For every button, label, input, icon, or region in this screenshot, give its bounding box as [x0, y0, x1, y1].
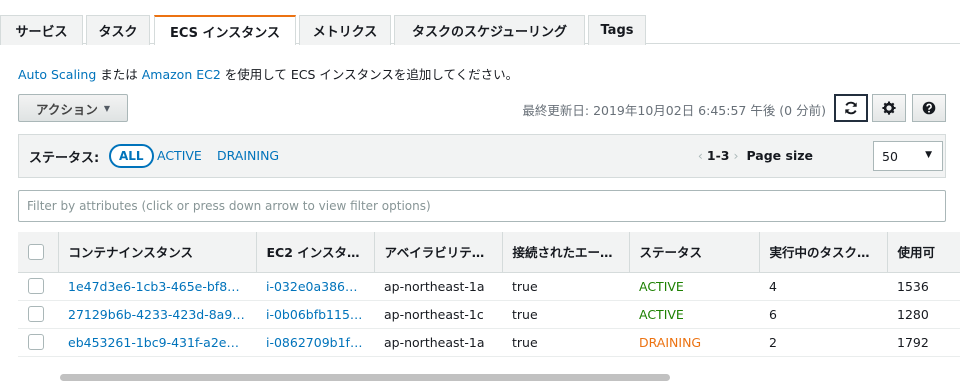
pagination: ‹ 1-3 › Page size	[694, 148, 813, 163]
status-cell: ACTIVE	[629, 300, 759, 329]
ec2-instance-link[interactable]: i-032e0a386cd…	[256, 272, 374, 301]
actions-button[interactable]: アクション ▼	[18, 94, 128, 122]
status-filter-active[interactable]: ACTIVE	[157, 148, 202, 163]
help-icon	[922, 101, 936, 115]
row-select-cell	[18, 328, 58, 357]
running-tasks-cell: 2	[759, 328, 887, 357]
tab-services[interactable]: サービス	[0, 15, 83, 45]
row-checkbox[interactable]	[28, 306, 44, 323]
angle-right-icon[interactable]: ›	[733, 148, 738, 163]
select-all-cell	[18, 232, 59, 273]
status-filter-all[interactable]: ALL	[109, 144, 154, 168]
column-header-container-instance[interactable]: コンテナインスタンス	[58, 232, 257, 273]
status-filter-draining[interactable]: DRAINING	[217, 148, 279, 163]
tab-task-scheduling[interactable]: タスクのスケジューリング	[394, 15, 585, 45]
help-button[interactable]	[912, 94, 946, 122]
row-checkbox[interactable]	[28, 278, 44, 295]
available-cell: 1792	[887, 328, 960, 357]
chevron-down-icon: ▼	[925, 150, 932, 160]
angle-left-icon[interactable]: ‹	[698, 148, 703, 163]
table-header-row: コンテナインスタンス EC2 インスタ… アベイラビリテ… 接続されたエー… ス…	[18, 232, 960, 273]
column-header-status[interactable]: ステータス	[629, 232, 760, 273]
chevron-down-icon: ▼	[103, 103, 111, 113]
page-size-select[interactable]: 50 ▼	[873, 141, 943, 171]
container-instance-link[interactable]: 27129b6b-4233-423d-8a9…	[58, 300, 256, 329]
refresh-button[interactable]	[834, 94, 868, 122]
tab-ecs-instances[interactable]: ECS インスタンス	[154, 15, 296, 45]
amazon-ec2-link[interactable]: Amazon EC2	[142, 67, 221, 82]
column-header-availability-zone[interactable]: アベイラビリテ…	[374, 232, 503, 273]
last-updated-text: 最終更新日: 2019年10月02日 6:45:57 午後 (0 分前)	[522, 103, 826, 118]
refresh-icon	[845, 101, 857, 115]
container-instance-link[interactable]: eb453261-1bc9-431f-a2eb…	[58, 328, 256, 357]
instances-table: コンテナインスタンス EC2 インスタ… アベイラビリテ… 接続されたエー… ス…	[18, 232, 960, 372]
actions-label: アクション	[35, 101, 98, 117]
column-header-ec2-instance[interactable]: EC2 インスタ…	[256, 232, 375, 273]
filter-input[interactable]	[18, 190, 946, 222]
auto-scaling-link[interactable]: Auto Scaling	[18, 67, 96, 82]
tab-bar: サービス タスク ECS インスタンス メトリクス タスクのスケジューリング T…	[0, 0, 960, 45]
available-cell: 1280	[887, 300, 960, 329]
running-tasks-cell: 6	[759, 300, 887, 329]
container-instance-link[interactable]: 1e47d3e6-1cb3-465e-bf87…	[58, 272, 256, 301]
select-all-checkbox[interactable]	[28, 244, 44, 260]
agent-connected-cell: true	[502, 272, 629, 301]
page-size-value: 50	[882, 148, 898, 164]
row-select-cell	[18, 300, 58, 329]
availability-zone-cell: ap-northeast-1c	[374, 300, 502, 329]
ec2-instance-link[interactable]: i-0862709b1fdc…	[256, 328, 374, 357]
status-filter-bar: ステータス: ALL ACTIVE DRAINING ‹ 1-3 › Page si…	[18, 134, 946, 178]
info-text-1: または	[96, 67, 142, 82]
table-row: 1e47d3e6-1cb3-465e-bf87… i-032e0a386cd… …	[18, 272, 960, 301]
info-text-2: を使用して ECS インスタンスを追加してください。	[220, 67, 519, 82]
availability-zone-cell: ap-northeast-1a	[374, 272, 502, 301]
availability-zone-cell: ap-northeast-1a	[374, 328, 502, 357]
page-size-label: Page size	[746, 148, 813, 163]
settings-button[interactable]	[872, 94, 906, 122]
tab-tags[interactable]: Tags	[588, 15, 646, 45]
column-header-available[interactable]: 使用可	[887, 232, 960, 273]
info-text: Auto Scaling または Amazon EC2 を使用して ECS イン…	[18, 64, 518, 83]
tab-metrics[interactable]: メトリクス	[299, 15, 391, 45]
horizontal-scrollbar-thumb[interactable]	[60, 374, 670, 381]
status-label: ステータス:	[29, 151, 100, 166]
tab-tasks[interactable]: タスク	[86, 15, 150, 45]
gear-icon	[882, 101, 896, 115]
agent-connected-cell: true	[502, 328, 629, 357]
row-checkbox[interactable]	[28, 334, 44, 351]
ec2-instance-link[interactable]: i-0b06bfb115a7…	[256, 300, 374, 329]
row-select-cell	[18, 272, 58, 301]
table-row: 27129b6b-4233-423d-8a9… i-0b06bfb115a7… …	[18, 300, 960, 329]
column-header-running-tasks[interactable]: 実行中のタスク…	[759, 232, 888, 273]
status-cell: DRAINING	[629, 328, 759, 357]
status-cell: ACTIVE	[629, 272, 759, 301]
available-cell: 1536	[887, 272, 960, 301]
agent-connected-cell: true	[502, 300, 629, 329]
running-tasks-cell: 4	[759, 272, 887, 301]
column-header-agent-connected[interactable]: 接続されたエー…	[502, 232, 630, 273]
page-range: 1-3	[706, 148, 730, 163]
table-row: eb453261-1bc9-431f-a2eb… i-0862709b1fdc……	[18, 328, 960, 357]
